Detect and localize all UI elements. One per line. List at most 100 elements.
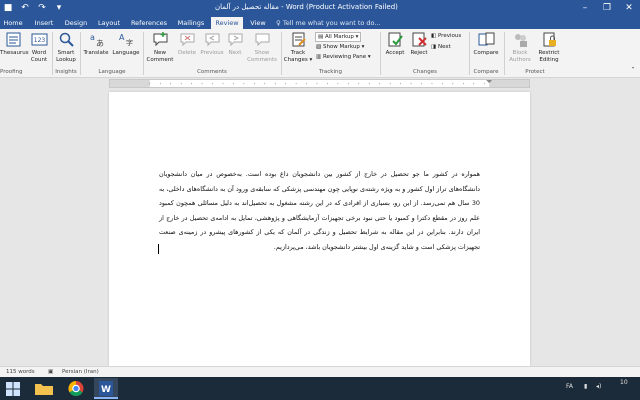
minimize-button[interactable]: – xyxy=(574,0,596,17)
next-change-button[interactable]: ◨ Next xyxy=(431,43,451,51)
svg-text:A: A xyxy=(119,33,125,42)
smart-lookup-label-2: Lookup xyxy=(56,56,76,63)
window-title: مقاله تحصیل در آلمان - Word (Product Act… xyxy=(215,3,398,11)
next-change-label: Next xyxy=(437,44,451,50)
compare-button[interactable]: Compare xyxy=(471,31,501,57)
restrict-editing-label-1: Restrict xyxy=(538,50,560,56)
search-icon xyxy=(59,32,74,47)
horizontal-ruler[interactable] xyxy=(109,79,530,88)
svg-text:123: 123 xyxy=(33,37,45,44)
tab-layout[interactable]: Layout xyxy=(94,17,124,29)
group-changes-label: Changes xyxy=(413,69,437,75)
reject-label: Reject xyxy=(410,50,428,56)
block-authors-label-2: Authors xyxy=(509,56,531,63)
language-button[interactable]: A字 Language xyxy=(111,31,141,57)
tab-home[interactable]: Home xyxy=(0,17,26,29)
translate-label: Translate xyxy=(83,50,109,56)
group-separator xyxy=(281,32,282,75)
accept-button[interactable]: Accept xyxy=(383,31,407,57)
tab-insert[interactable]: Insert xyxy=(30,17,58,29)
group-separator xyxy=(380,32,381,75)
word-count-label-2: Count xyxy=(30,56,48,63)
tab-design[interactable]: Design xyxy=(62,17,90,29)
next-comment-label: Next xyxy=(228,50,242,56)
tab-mailings[interactable]: Mailings xyxy=(173,17,209,29)
keyboard-language[interactable]: FA xyxy=(566,383,573,390)
reviewing-pane-label: Reviewing Pane xyxy=(322,54,367,60)
previous-change-button[interactable]: ◧ Previous xyxy=(431,32,461,40)
undo-icon[interactable]: ↶ xyxy=(19,2,31,14)
show-markup-label: Show Markup xyxy=(322,44,360,50)
translate-button[interactable]: aあ Translate xyxy=(82,31,110,57)
next-comment-button[interactable]: Next xyxy=(225,31,245,57)
volume-icon[interactable]: ◂) xyxy=(596,383,601,390)
word-count-status[interactable]: 115 words xyxy=(6,367,35,377)
file-explorer-icon[interactable] xyxy=(32,379,56,398)
quick-access-toolbar: ■ ↶ ↷ ▾ xyxy=(2,2,65,14)
language-status[interactable]: Persian (Iran) xyxy=(62,367,99,377)
redo-icon[interactable]: ↷ xyxy=(36,2,48,14)
ribbon-tab-bar: Home Insert Design Layout References Mai… xyxy=(0,17,640,29)
previous-comment-button[interactable]: Previous xyxy=(199,31,225,57)
tab-review[interactable]: Review xyxy=(211,17,243,29)
maximize-button[interactable]: ❐ xyxy=(596,0,618,17)
group-language-label: Language xyxy=(98,69,126,75)
clock[interactable]: 10 xyxy=(620,379,628,386)
tab-view[interactable]: View xyxy=(246,17,270,29)
delete-comment-button[interactable]: Delete xyxy=(175,31,199,57)
group-separator xyxy=(504,32,505,75)
network-icon[interactable]: ▮ xyxy=(584,383,587,390)
word-app-icon[interactable]: W xyxy=(94,378,118,399)
tell-me-box[interactable]: ♀ Tell me what you want to do... xyxy=(276,17,381,29)
document-page[interactable]: همواره در کشور ما جو تحصیل در خارج از کش… xyxy=(109,92,530,366)
customize-qat-icon[interactable]: ▾ xyxy=(53,2,65,14)
chevron-down-icon: ▾ xyxy=(359,44,365,50)
track-changes-label-1: Track xyxy=(290,50,306,56)
previous-change-label: Previous xyxy=(437,33,462,39)
tab-references[interactable]: References xyxy=(128,17,170,29)
word-count-icon: 123 xyxy=(31,33,47,46)
new-comment-label-1: New xyxy=(154,50,166,56)
tell-me-placeholder: Tell me what you want to do... xyxy=(282,19,381,27)
group-insights-label: Insights xyxy=(55,69,77,75)
new-comment-button[interactable]: New Comment xyxy=(145,31,175,63)
show-markup-button[interactable]: ▧ Show Markup ▾ xyxy=(316,43,364,51)
close-button[interactable]: ✕ xyxy=(618,0,640,17)
block-authors-label-1: Block xyxy=(512,50,528,56)
show-markup-icon: ▧ xyxy=(316,44,323,50)
collapse-ribbon-button[interactable]: ⌃ xyxy=(628,67,638,74)
window-controls: – ❐ ✕ xyxy=(574,0,640,17)
accept-label: Accept xyxy=(385,50,405,56)
next-change-icon: ◨ xyxy=(431,44,438,50)
restrict-editing-button[interactable]: Restrict Editing xyxy=(534,31,564,63)
ribbon-review: Thesaurus 123 Word Count Proofing Smart … xyxy=(0,29,640,78)
chevron-down-icon: ▾ xyxy=(353,34,359,40)
chevron-up-icon: ⌃ xyxy=(630,67,636,73)
track-changes-icon xyxy=(292,32,306,47)
thesaurus-button[interactable]: Thesaurus xyxy=(0,31,29,57)
title-bar: ■ ↶ ↷ ▾ مقاله تحصیل در آلمان - Word (Pro… xyxy=(0,0,640,17)
proofing-status-icon[interactable]: ▣ xyxy=(48,367,53,377)
reviewing-pane-icon: ▥ xyxy=(316,54,323,60)
track-changes-button[interactable]: Track Changes ▾ xyxy=(283,31,313,63)
save-icon[interactable]: ■ xyxy=(2,2,14,14)
previous-comment-icon xyxy=(205,33,219,47)
block-authors-icon xyxy=(514,34,527,47)
chrome-icon[interactable] xyxy=(64,379,88,398)
reviewing-pane-button[interactable]: ▥ Reviewing Pane ▾ xyxy=(316,53,371,61)
markup-select[interactable]: ▤ All Markup ▾ xyxy=(315,32,362,42)
track-changes-label-2: Changes xyxy=(283,56,308,63)
group-protect-label: Protect xyxy=(525,69,545,75)
word-count-button[interactable]: 123 Word Count xyxy=(28,31,50,63)
smart-lookup-button[interactable]: Smart Lookup xyxy=(54,31,78,63)
show-comments-button[interactable]: Show Comments xyxy=(245,31,279,63)
new-comment-label-2: Comment xyxy=(146,56,174,63)
reject-button[interactable]: Reject xyxy=(407,31,431,57)
group-compare-label: Compare xyxy=(473,69,499,75)
block-authors-button[interactable]: Block Authors xyxy=(506,31,534,63)
windows-start-icon[interactable] xyxy=(4,380,22,398)
show-comments-icon xyxy=(255,33,269,47)
language-icon: A字 xyxy=(119,33,133,47)
document-paragraph[interactable]: همواره در کشور ما جو تحصیل در خارج از کش… xyxy=(159,167,480,254)
group-separator xyxy=(80,32,81,75)
